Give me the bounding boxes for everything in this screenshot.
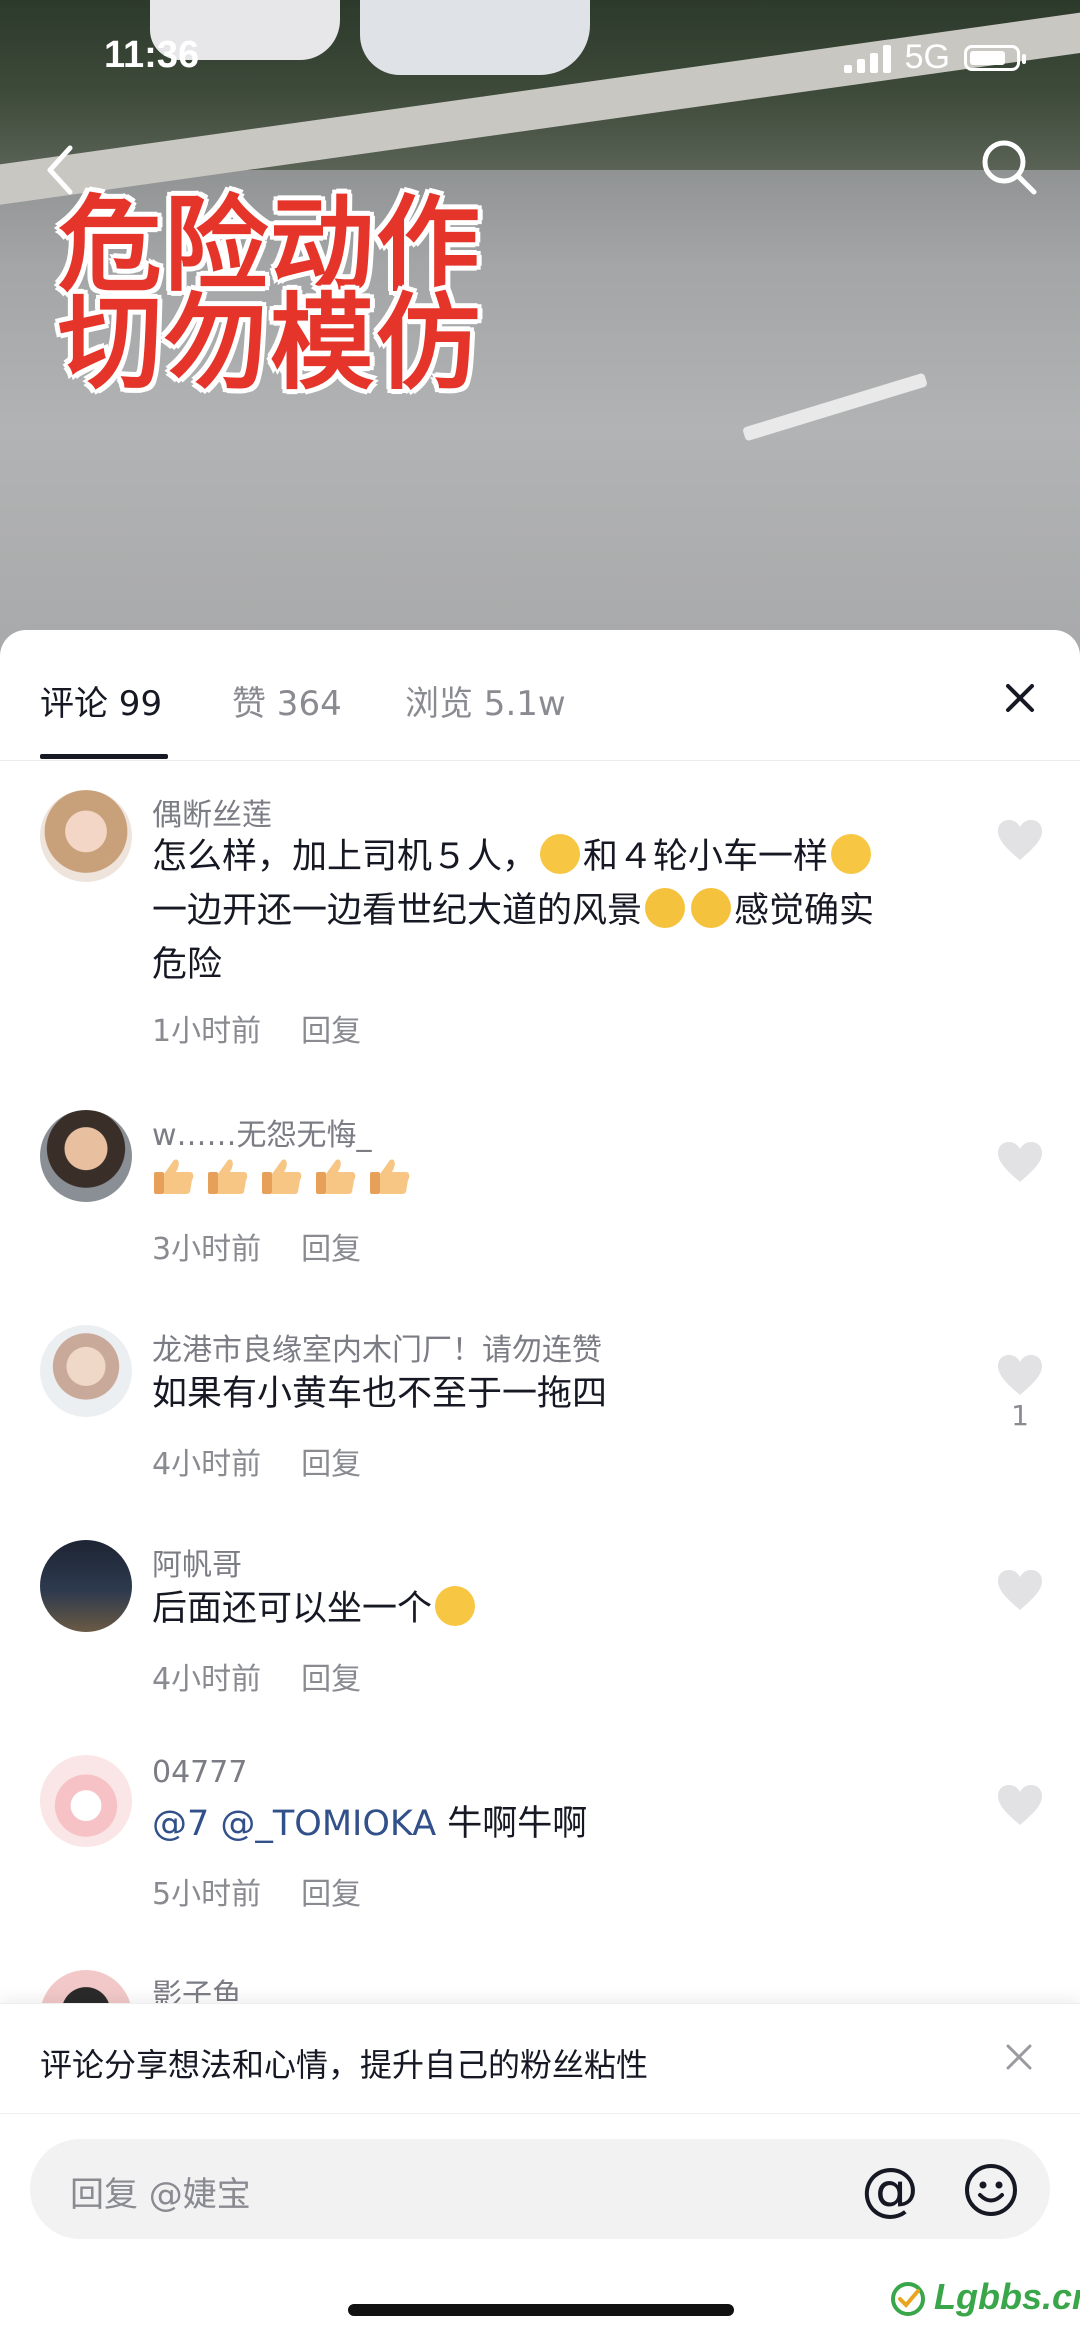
heart-icon[interactable] — [996, 1140, 1044, 1184]
video-background[interactable]: 危险动作 切勿模仿 — [0, 0, 1080, 660]
reply-button[interactable]: 回复 — [301, 1014, 361, 1049]
network-type: 5G — [904, 38, 950, 76]
tab-comments[interactable]: 评论 99 — [40, 676, 162, 725]
grin-emoji-icon — [831, 834, 872, 874]
kiss-emoji-icon — [691, 888, 732, 928]
thumbs-up-icon — [370, 1159, 410, 1194]
comment-text: 后面还可以坐一个 — [152, 1582, 972, 1636]
comment-meta: 3小时前 回复 — [152, 1224, 361, 1268]
comment-username[interactable]: 04777 — [152, 1755, 247, 1790]
battery-icon — [964, 44, 1026, 71]
reply-button[interactable]: 回复 — [301, 1447, 361, 1482]
comment-username[interactable]: 偶断丝莲 — [152, 790, 272, 834]
comment-time: 4小时前 — [152, 1447, 262, 1482]
active-tab-indicator — [40, 754, 168, 759]
laughing-emoji-icon — [540, 834, 581, 874]
avatar[interactable] — [40, 1325, 132, 1417]
heart-icon[interactable] — [996, 1568, 1044, 1612]
close-icon[interactable] — [1004, 2042, 1034, 2072]
watermark-text: Lgbbs.cn — [934, 2276, 1080, 2317]
comment-text-part: 一边开还一边看世纪大道的风景 — [152, 891, 643, 931]
tab-views[interactable]: 浏览 5.1w — [405, 676, 566, 725]
thumbs-up-icon — [262, 1159, 302, 1194]
comment-text: 怎么样，加上司机５人， 和４轮小车一样 一边开还一边看世纪大道的风景 感觉确实 危险 — [152, 830, 972, 992]
status-time: 11:36 — [104, 34, 200, 76]
comment-text-part: 和４轮小车一样 — [583, 837, 829, 877]
parked-car — [360, 0, 590, 75]
tip-banner: 评论分享想法和心情，提升自己的粉丝粘性 — [0, 2003, 1080, 2114]
comment-meta: 5小时前 回复 — [152, 1869, 361, 1913]
comment-meta: 4小时前 回复 — [152, 1439, 361, 1483]
mention-link[interactable]: @7 @_TOMIOKA — [152, 1804, 436, 1844]
heart-icon[interactable] — [996, 1353, 1044, 1397]
comment-text-part: 后面还可以坐一个 — [152, 1589, 433, 1629]
thumbs-up-icon — [316, 1159, 356, 1194]
at-mention-icon[interactable]: @ — [860, 2160, 920, 2221]
avatar[interactable] — [40, 1540, 132, 1632]
tip-text: 评论分享想法和心情，提升自己的粉丝粘性 — [40, 2046, 649, 2084]
comment-meta: 4小时前 回复 — [152, 1654, 361, 1698]
heart-icon[interactable] — [996, 1783, 1044, 1827]
comment-username[interactable]: w……无怨无悔_ — [152, 1110, 372, 1154]
thumbs-up-icon — [208, 1159, 248, 1194]
comment-meta: 1小时前 回复 — [152, 1006, 361, 1050]
like-count: 1 — [1011, 1399, 1029, 1432]
comment-text — [152, 1152, 972, 1206]
comment-username[interactable]: 龙港市良缘室内木门厂！请勿连赞 — [152, 1325, 602, 1369]
kiss-emoji-icon — [645, 888, 686, 928]
watermark: Lgbbs.cn — [888, 2276, 1080, 2318]
thumbs-up-icon — [154, 1159, 194, 1194]
avatar[interactable] — [40, 1755, 132, 1847]
heart-icon[interactable] — [996, 818, 1044, 862]
reply-button[interactable]: 回复 — [301, 1662, 361, 1697]
comment-text-part: 感觉确实 — [734, 891, 875, 931]
comment-tabs: 评论 99 赞 364 浏览 5.1w — [0, 630, 1080, 761]
comment-time: 1小时前 — [152, 1014, 262, 1049]
watermark-logo-icon — [891, 2282, 925, 2316]
close-icon[interactable] — [1000, 678, 1040, 718]
emoji-icon[interactable] — [963, 2162, 1019, 2218]
comment-input[interactable]: 回复 @婕宝 @ — [30, 2139, 1050, 2239]
reply-button[interactable]: 回复 — [301, 1232, 361, 1267]
comment-time: 4小时前 — [152, 1662, 262, 1697]
comment-time: 5小时前 — [152, 1877, 262, 1912]
lane-marking — [742, 372, 928, 442]
comment-text-part: 怎么样，加上司机５人， — [152, 837, 538, 877]
comment-username[interactable]: 阿帆哥 — [152, 1540, 242, 1584]
input-placeholder: 回复 @婕宝 — [70, 2175, 251, 2215]
avatar[interactable] — [40, 790, 132, 882]
back-icon[interactable] — [40, 140, 84, 200]
video-overlay-line2: 切勿模仿 — [58, 282, 483, 404]
search-icon[interactable] — [978, 136, 1040, 198]
comment-text-part: 牛啊牛啊 — [436, 1804, 588, 1844]
tab-likes[interactable]: 赞 364 — [232, 676, 342, 725]
avatar[interactable] — [40, 1110, 132, 1202]
comment-time: 3小时前 — [152, 1232, 262, 1267]
comment-text-part: 危险 — [152, 945, 223, 985]
signal-icon — [843, 43, 891, 73]
comment-text: 如果有小黄车也不至于一拖四 — [152, 1374, 608, 1414]
laughing-emoji-icon — [435, 1586, 476, 1626]
comment-text: @7 @_TOMIOKA 牛啊牛啊 — [152, 1797, 972, 1851]
reply-button[interactable]: 回复 — [301, 1877, 361, 1912]
home-indicator — [348, 2304, 734, 2316]
status-indicators: 5G — [843, 38, 1026, 77]
